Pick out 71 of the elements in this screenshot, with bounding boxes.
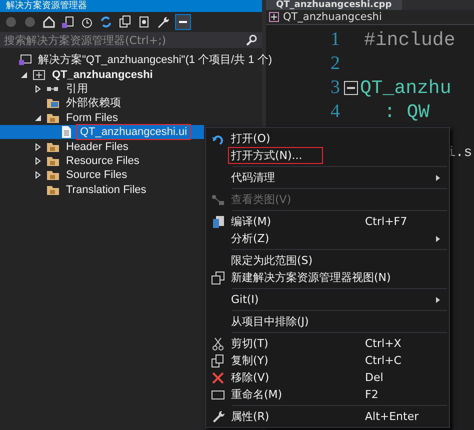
tree-item[interactable]: QT_anzhuangceshi — [0, 67, 204, 82]
search-field[interactable]: 搜索解决方案资源管理器(Ctrl+;) — [0, 32, 262, 48]
line-number: 1 — [330, 28, 340, 52]
menu-item[interactable]: 新建解决方案资源管理器视图(N) — [206, 269, 449, 286]
menu-item[interactable]: 属性(R) Alt+Enter — [206, 408, 449, 425]
line-number: 3 — [330, 76, 340, 100]
cut-icon — [211, 336, 225, 350]
tree-item[interactable]: 引用 — [0, 82, 204, 96]
submenu-arrow-icon — [435, 296, 441, 304]
build-icon — [211, 214, 225, 228]
folder-icon — [46, 112, 60, 124]
copy-icon[interactable] — [118, 15, 132, 29]
code-line: : QW — [384, 100, 430, 124]
tree-item[interactable]: Resource Files — [0, 154, 204, 168]
collapse-icon[interactable] — [175, 14, 191, 30]
tree-item[interactable]: Header Files — [0, 139, 204, 154]
menu-item[interactable]: 限定为此范围(S) — [206, 252, 449, 269]
home-icon[interactable] — [42, 15, 56, 29]
tree-item[interactable]: Translation Files — [0, 182, 204, 197]
menu-item[interactable]: 打开方式(N)... — [206, 147, 449, 164]
menu-item[interactable]: 代码清理 — [206, 169, 449, 186]
file-icon — [60, 125, 72, 140]
search-icon — [244, 34, 258, 46]
menu-item[interactable]: 从项目中排除(J) — [206, 313, 449, 330]
tree-item[interactable]: Source Files — [0, 168, 204, 183]
tree-item[interactable]: 外部依赖项 — [0, 96, 204, 111]
files-icon[interactable] — [137, 15, 151, 29]
code-line: #include — [364, 28, 456, 52]
menu-item[interactable]: 编译(M) Ctrl+F7 — [206, 213, 449, 230]
copy-icon — [211, 354, 225, 368]
line-number: 4 — [330, 100, 340, 124]
submenu-arrow-icon — [435, 234, 441, 242]
collapse-box-icon[interactable] — [344, 81, 358, 95]
expand-arrow-icon[interactable] — [34, 156, 42, 165]
wrench-icon[interactable] — [156, 15, 170, 29]
submenu-arrow-icon — [435, 174, 441, 182]
expand-arrow-icon[interactable] — [34, 142, 42, 151]
menu-item[interactable]: 分析(Z) — [206, 230, 449, 247]
diagram-icon — [211, 192, 225, 206]
history-icon[interactable] — [80, 15, 94, 29]
wrench-icon — [211, 410, 225, 424]
sync-icon[interactable] — [99, 15, 113, 29]
menu-item[interactable]: 重命名(M) F2 — [206, 386, 449, 403]
menu-item[interactable]: 复制(Y) Ctrl+C — [206, 352, 449, 369]
tree-item[interactable]: QT_anzhuangceshi.ui — [0, 124, 204, 140]
solution-icon — [18, 54, 32, 66]
menu-item[interactable]: 剪切(T) Ctrl+X — [206, 335, 449, 352]
panel-title: 解决方案资源管理器 — [0, 0, 262, 12]
project-icon — [32, 68, 46, 81]
expand-arrow-icon[interactable] — [34, 171, 42, 180]
expand-arrow-icon[interactable] — [34, 84, 42, 93]
menu-item[interactable]: 移除(V) Del — [206, 369, 449, 386]
rename-icon — [211, 388, 225, 402]
tree-item[interactable]: 解决方案"QT_anzhuangceshi"(1 个项目/共 1 个) — [0, 53, 274, 68]
remove-icon — [211, 370, 225, 384]
collapse-arrow-icon[interactable] — [20, 70, 28, 79]
menu-item[interactable]: 打开(O) — [206, 130, 449, 147]
project-icon — [268, 11, 280, 23]
menu-item[interactable]: Git(I) — [206, 291, 449, 308]
collapse-arrow-icon[interactable] — [34, 114, 42, 122]
folder-icon — [46, 154, 60, 167]
code-line: QT_anzhu — [360, 76, 452, 100]
folder-icon — [46, 169, 60, 182]
switch-views-icon[interactable] — [61, 15, 75, 29]
new-view-icon — [211, 270, 225, 284]
line-number: 2 — [330, 52, 340, 76]
folder-icon — [46, 140, 60, 153]
editor-tab[interactable]: QT_anzhuangceshi.cpp — [266, 0, 402, 10]
folder-icon — [46, 184, 60, 196]
folder-icon — [46, 97, 60, 110]
tree-item[interactable]: Form Files — [0, 110, 204, 125]
